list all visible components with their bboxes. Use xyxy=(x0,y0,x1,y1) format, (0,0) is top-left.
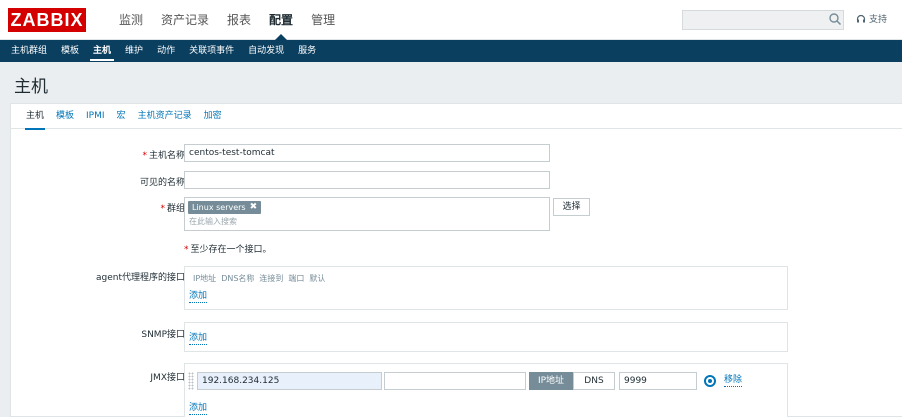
menu-item-inventory[interactable]: 资产记录 xyxy=(152,0,218,40)
interface-hint-text: 至少存在一个接口。 xyxy=(190,245,272,255)
zabbix-logo[interactable]: ZABBIX xyxy=(8,8,86,32)
page-title: 主机 xyxy=(14,77,48,97)
groups-label: * 群组 xyxy=(160,201,185,214)
support-link[interactable]: 支持 xyxy=(856,12,887,25)
add-agent-interface-link[interactable]: 添加 xyxy=(189,291,208,303)
connect-dns-button[interactable]: DNS xyxy=(573,372,615,390)
interface-hint: * 至少存在一个接口。 xyxy=(184,242,272,255)
menu-item-administration[interactable]: 管理 xyxy=(302,0,344,40)
search-input[interactable] xyxy=(682,10,844,30)
col-ip: IP地址 xyxy=(193,274,217,283)
tab-bar: 主机 模板 IPMI 宏 主机资产记录 加密 xyxy=(11,104,902,130)
agent-interfaces-label: agent代理程序的接口 xyxy=(96,273,185,283)
jmx-dns-field[interactable] xyxy=(384,372,526,390)
tab-host[interactable]: 主机 xyxy=(20,104,50,130)
group-chip: Linux servers ✖ xyxy=(188,201,262,214)
hostname-label-text: 主机名称 xyxy=(148,151,185,161)
col-default: 默认 xyxy=(309,274,326,283)
hostname-field[interactable]: centos-test-tomcat xyxy=(184,144,550,162)
submenu-item-discovery[interactable]: 自动发现 xyxy=(241,40,291,62)
hostname-label: * 主机名称 xyxy=(142,148,185,161)
menu-item-monitoring[interactable]: 监测 xyxy=(110,0,152,40)
drag-handle-icon[interactable] xyxy=(188,372,194,390)
required-mark: * xyxy=(142,151,147,161)
sub-menu: 主机群组 模板 主机 维护 动作 关联项事件 自动发现 服务 xyxy=(0,40,902,62)
menu-item-reports[interactable]: 报表 xyxy=(218,0,260,40)
support-label: 支持 xyxy=(869,15,888,25)
jmx-interfaces-label: JMX接口 xyxy=(150,373,185,383)
tab-encryption[interactable]: 加密 xyxy=(198,104,228,129)
submenu-item-services[interactable]: 服务 xyxy=(291,40,323,62)
submenu-item-host-groups[interactable]: 主机群组 xyxy=(4,40,54,62)
visible-name-field[interactable] xyxy=(184,171,550,189)
submenu-item-correlation[interactable]: 关联项事件 xyxy=(182,40,241,62)
groups-label-text: 群组 xyxy=(166,204,185,214)
submenu-item-maintenance[interactable]: 维护 xyxy=(118,40,150,62)
snmp-interfaces-box: 添加 xyxy=(184,322,788,352)
col-connect: 连接到 xyxy=(259,274,284,283)
tab-inventory[interactable]: 主机资产记录 xyxy=(132,104,198,129)
jmx-port-field[interactable]: 9999 xyxy=(619,372,697,390)
snmp-interfaces-label: SNMP接口 xyxy=(141,330,185,340)
default-interface-radio[interactable] xyxy=(704,375,716,387)
required-mark: * xyxy=(160,204,165,214)
add-snmp-interface-link[interactable]: 添加 xyxy=(189,333,208,345)
tab-templates[interactable]: 模板 xyxy=(50,104,80,129)
top-bar: ZABBIX 监测 资产记录 报表 配置 管理 支持 xyxy=(0,0,902,40)
agent-interfaces-box: IP地址 DNS名称 连接到 端口 默认 添加 xyxy=(184,266,788,310)
submenu-item-actions[interactable]: 动作 xyxy=(150,40,182,62)
add-jmx-interface-link[interactable]: 添加 xyxy=(189,403,208,415)
submenu-item-hosts[interactable]: 主机 xyxy=(86,40,118,62)
jmx-interfaces-box: 192.168.234.125 IP地址 DNS 9999 移除 添加 xyxy=(184,363,788,417)
tab-macros[interactable]: 宏 xyxy=(111,104,132,129)
groups-multiselect[interactable]: Linux servers ✖ 在此输入搜索 xyxy=(184,197,550,231)
submenu-item-templates[interactable]: 模板 xyxy=(54,40,86,62)
group-chip-label: Linux servers xyxy=(192,203,246,212)
tab-ipmi[interactable]: IPMI xyxy=(80,104,111,129)
headset-icon xyxy=(856,14,866,22)
visible-name-label: 可见的名称 xyxy=(139,178,185,188)
remove-jmx-interface-link[interactable]: 移除 xyxy=(724,375,743,387)
connect-ip-button[interactable]: IP地址 xyxy=(529,372,573,390)
select-groups-button[interactable]: 选择 xyxy=(553,198,590,216)
groups-search-placeholder[interactable]: 在此输入搜索 xyxy=(189,216,237,227)
agent-interfaces-header: IP地址 DNS名称 连接到 端口 默认 xyxy=(193,273,325,284)
jmx-ip-field[interactable]: 192.168.234.125 xyxy=(197,372,382,390)
main-menu: 监测 资产记录 报表 配置 管理 xyxy=(110,0,344,40)
col-dns: DNS名称 xyxy=(221,274,255,283)
search-icon[interactable] xyxy=(828,12,842,26)
col-port: 端口 xyxy=(288,274,305,283)
chip-remove-icon[interactable]: ✖ xyxy=(250,201,258,214)
required-mark: * xyxy=(184,245,189,255)
menu-item-configuration[interactable]: 配置 xyxy=(260,0,302,40)
